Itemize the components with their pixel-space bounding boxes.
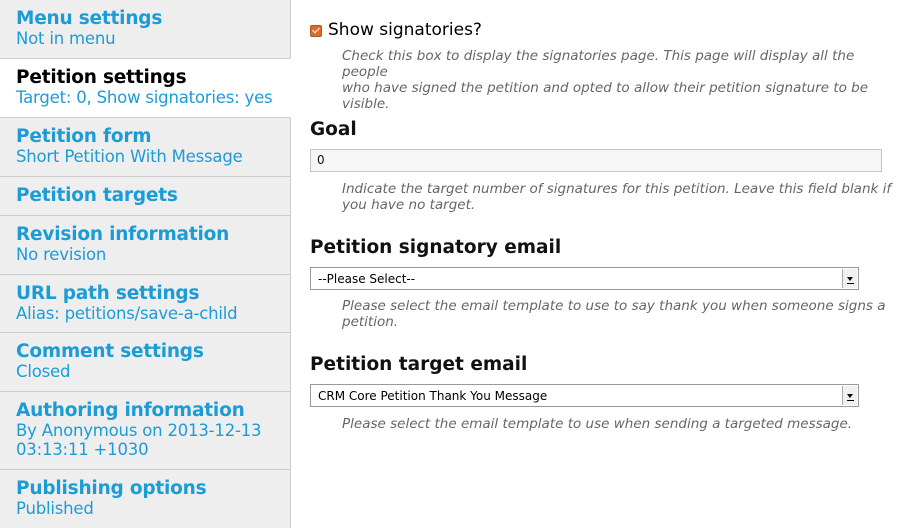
- vertical-tabs-menu: Menu settings Not in menu Petition setti…: [0, 0, 291, 528]
- tab-petition-targets[interactable]: Petition targets: [0, 177, 290, 216]
- tab-title: Comment settings: [16, 341, 204, 362]
- tab-petition-form[interactable]: Petition form Short Petition With Messag…: [0, 118, 290, 177]
- select-value: CRM Core Petition Thank You Message: [318, 389, 548, 403]
- show-signatories-description: Check this box to display the signatorie…: [342, 48, 904, 112]
- tab-summary: Alias: petitions/save-a-child: [16, 304, 238, 323]
- tab-summary: No revision: [16, 245, 107, 264]
- signatory-email-description: Please select the email template to use …: [342, 298, 885, 330]
- tab-title: Publishing options: [16, 478, 207, 499]
- tab-summary: By Anonymous on 2013-12-13: [16, 421, 262, 440]
- target-email-heading: Petition target email: [310, 354, 528, 375]
- dropdown-arrow-icon[interactable]: [842, 386, 857, 405]
- tab-title: Petition form: [16, 126, 152, 147]
- signatory-email-select[interactable]: --Please Select--: [310, 267, 859, 290]
- show-signatories-checkbox[interactable]: [310, 25, 322, 37]
- description-line: visible.: [342, 96, 390, 112]
- show-signatories-label[interactable]: Show signatories?: [328, 20, 482, 40]
- tab-menu-settings[interactable]: Menu settings Not in menu: [0, 0, 290, 59]
- description-line: petition.: [342, 314, 399, 330]
- tab-authoring-information[interactable]: Authoring information By Anonymous on 20…: [0, 392, 290, 470]
- description-line: who have signed the petition and opted t…: [342, 80, 869, 96]
- tab-summary: Target: 0, Show signatories: yes: [16, 88, 273, 107]
- description-line: you have no target.: [342, 197, 476, 213]
- petition-settings-panel: Show signatories? Check this box to disp…: [291, 0, 904, 528]
- show-signatories-row: Show signatories?: [310, 20, 482, 40]
- select-value: --Please Select--: [318, 272, 416, 286]
- tab-title: URL path settings: [16, 283, 200, 304]
- tab-summary: Short Petition With Message: [16, 147, 243, 166]
- goal-input[interactable]: 0: [310, 149, 882, 172]
- tab-comment-settings[interactable]: Comment settings Closed: [0, 333, 290, 392]
- tab-summary: Published: [16, 499, 94, 518]
- tab-publishing-options[interactable]: Publishing options Published: [0, 470, 290, 528]
- tab-title: Petition targets: [16, 185, 178, 206]
- signatory-email-heading: Petition signatory email: [310, 237, 562, 258]
- description-line: Please select the email template to use …: [342, 416, 853, 432]
- tab-title: Authoring information: [16, 400, 245, 421]
- goal-description: Indicate the target number of signatures…: [342, 181, 891, 213]
- tab-url-path-settings[interactable]: URL path settings Alias: petitions/save-…: [0, 275, 290, 333]
- target-email-select[interactable]: CRM Core Petition Thank You Message: [310, 384, 859, 407]
- tab-title: Revision information: [16, 224, 230, 245]
- goal-heading: Goal: [310, 119, 357, 140]
- target-email-description: Please select the email template to use …: [342, 416, 852, 432]
- tab-title: Petition settings: [16, 67, 187, 88]
- description-line: Indicate the target number of signatures…: [342, 181, 892, 197]
- tab-summary: Not in menu: [16, 29, 116, 48]
- tab-title: Menu settings: [16, 8, 163, 29]
- tab-summary: 03:13:11 +1030: [16, 440, 149, 459]
- tab-petition-settings[interactable]: Petition settings Target: 0, Show signat…: [0, 59, 291, 118]
- tab-revision-information[interactable]: Revision information No revision: [0, 216, 290, 275]
- description-line: Please select the email template to use …: [342, 298, 886, 314]
- tab-summary: Closed: [16, 362, 71, 381]
- description-line: Check this box to display the signatorie…: [342, 48, 855, 80]
- dropdown-arrow-icon[interactable]: [842, 269, 857, 288]
